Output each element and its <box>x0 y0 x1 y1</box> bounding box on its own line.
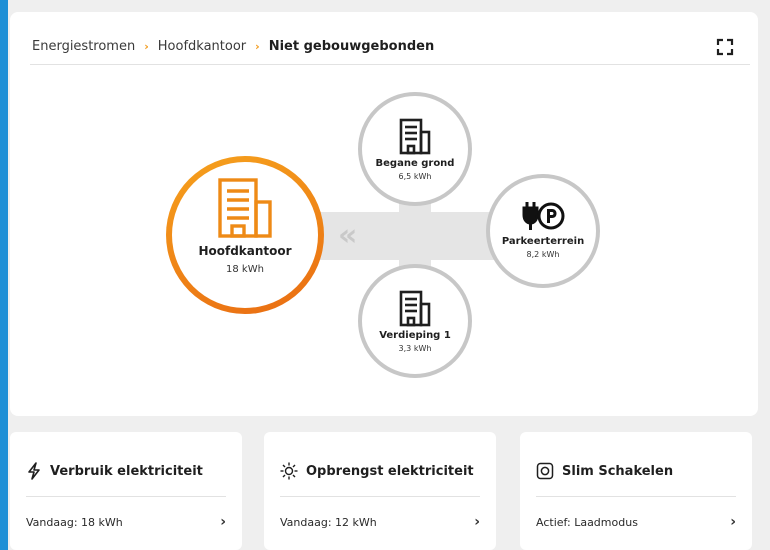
card-divider <box>536 496 736 497</box>
node-value: 6,5 kWh <box>398 172 432 181</box>
energy-flow-panel: Energiestromen › Hoofdkantoor › Niet geb… <box>10 12 758 416</box>
building-icon <box>399 290 431 327</box>
fullscreen-button[interactable] <box>716 38 734 56</box>
card-slim-schakelen: Slim Schakelen Actief: Laadmodus › <box>520 432 752 550</box>
card-opbrengst-elektriciteit: Opbrengst elektriciteit Vandaag: 12 kWh … <box>264 432 496 550</box>
card-row-text: Vandaag: 12 kWh <box>280 515 377 529</box>
lightning-icon <box>28 462 40 480</box>
node-label: Parkeerterrein <box>501 236 585 247</box>
card-divider <box>280 496 480 497</box>
card-row-text: Actief: Laadmodus <box>536 515 638 529</box>
chevron-right-icon: › <box>220 514 226 530</box>
card-link-verbruik[interactable]: Vandaag: 18 kWh › <box>26 512 226 532</box>
card-divider <box>26 496 226 497</box>
node-parkeerterrein[interactable]: Parkeerterrein 8,2 kWh <box>486 174 600 288</box>
sun-icon <box>280 462 298 480</box>
node-label: Verdieping 1 <box>379 330 451 341</box>
node-label: Begane grond <box>375 158 455 169</box>
card-link-opbrengst[interactable]: Vandaag: 12 kWh › <box>280 512 480 532</box>
card-title: Opbrengst elektriciteit <box>306 463 474 479</box>
chevron-right-icon: › <box>474 514 480 530</box>
chevron-right-icon: › <box>730 514 736 530</box>
card-title: Verbruik elektriciteit <box>50 463 203 479</box>
node-hoofdkantoor[interactable]: Hoofdkantoor 18 kWh <box>166 156 324 314</box>
node-verdieping-1[interactable]: Verdieping 1 3,3 kWh <box>358 264 472 378</box>
building-icon <box>399 118 431 155</box>
node-value: 3,3 kWh <box>398 344 432 353</box>
fullscreen-icon <box>716 38 734 56</box>
card-link-slim-schakelen[interactable]: Actief: Laadmodus › <box>536 512 736 532</box>
card-row-text: Vandaag: 18 kWh <box>26 515 123 529</box>
ev-parking-icon <box>522 202 565 230</box>
smart-switch-icon <box>536 462 554 480</box>
node-label: Hoofdkantoor <box>198 244 292 258</box>
flow-direction-arrows: « <box>338 218 358 253</box>
office-building-icon <box>218 178 272 238</box>
breadcrumb-separator: › <box>144 39 149 53</box>
node-value: 8,2 kWh <box>526 250 560 259</box>
node-value: 18 kWh <box>226 264 264 275</box>
breadcrumb-item-energiestromen[interactable]: Energiestromen <box>32 39 135 54</box>
card-verbruik-elektriciteit: Verbruik elektriciteit Vandaag: 18 kWh › <box>10 432 242 550</box>
breadcrumb-separator: › <box>255 39 260 53</box>
breadcrumb-current: Niet gebouwgebonden <box>268 38 435 54</box>
breadcrumb: Energiestromen › Hoofdkantoor › Niet geb… <box>32 36 434 56</box>
card-title: Slim Schakelen <box>562 463 674 479</box>
header-divider <box>30 64 750 65</box>
node-begane-grond[interactable]: Begane grond 6,5 kWh <box>358 92 472 206</box>
breadcrumb-item-hoofdkantoor[interactable]: Hoofdkantoor <box>158 39 246 54</box>
